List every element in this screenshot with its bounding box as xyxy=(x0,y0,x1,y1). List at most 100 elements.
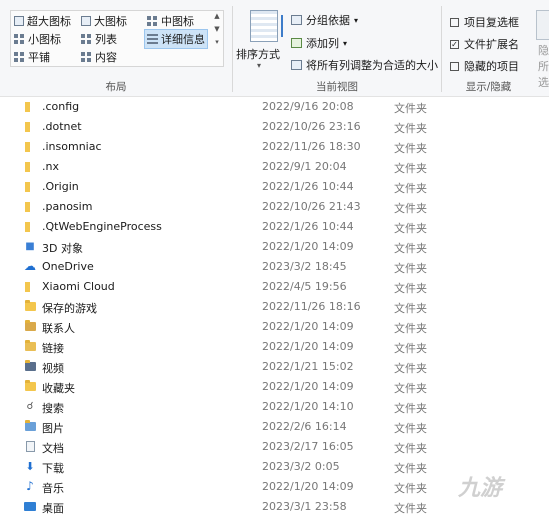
file-row[interactable]: .insomniac 2022/11/26 18:30 文件夹 xyxy=(0,137,549,157)
layout-option-large[interactable]: 大图标 xyxy=(81,13,127,29)
file-type: 文件夹 xyxy=(394,262,427,275)
file-row[interactable]: 收藏夹 2022/1/20 14:09 文件夹 xyxy=(0,377,549,397)
layout-option-small[interactable]: 小图标 xyxy=(14,31,61,47)
hidden-items-toggle[interactable]: 隐藏的项目 xyxy=(450,58,519,74)
chevron-down-icon: ▾ xyxy=(257,61,262,70)
file-type: 文件夹 xyxy=(394,362,427,375)
file-row[interactable]: 图片 2022/2/6 16:14 文件夹 xyxy=(0,417,549,437)
file-row[interactable]: .panosim 2022/10/26 21:43 文件夹 xyxy=(0,197,549,217)
file-date: 2022/2/6 16:14 xyxy=(262,420,347,433)
layout-option-extra-large[interactable]: 超大图标 xyxy=(14,13,71,29)
file-row[interactable]: .QtWebEngineProcess 2022/1/26 10:44 文件夹 xyxy=(0,217,549,237)
tiles-view-icon xyxy=(14,52,25,62)
file-row[interactable]: 文档 2023/2/17 16:05 文件夹 xyxy=(0,437,549,457)
current-view-group: 排序方式 ▾ 分组依据 ▾ 添加列 ▾ 将所有列调整为合适的大小 当前视图 xyxy=(233,0,441,96)
medium-icons-icon xyxy=(147,16,158,26)
folder-icon xyxy=(24,121,36,132)
saved-games-icon xyxy=(24,300,36,312)
file-row[interactable]: ⬇ 下载 2023/3/2 0:05 文件夹 xyxy=(0,457,549,477)
file-name: 联系人 xyxy=(42,322,75,335)
size-all-columns-button[interactable]: 将所有列调整为合适的大小 xyxy=(291,57,438,73)
file-type: 文件夹 xyxy=(394,422,427,435)
file-name: .nx xyxy=(42,160,59,173)
file-name: .Origin xyxy=(42,180,79,193)
favorites-icon xyxy=(24,380,36,392)
group-by-button[interactable]: 分组依据 ▾ xyxy=(291,12,358,28)
file-name: OneDrive xyxy=(42,260,94,273)
extra-large-icons-icon xyxy=(14,16,24,26)
layout-option-list[interactable]: 列表 xyxy=(81,31,117,47)
layout-option-details[interactable]: 详细信息 xyxy=(144,29,208,49)
file-type: 文件夹 xyxy=(394,302,427,315)
file-row[interactable]: .config 2022/9/16 20:08 文件夹 xyxy=(0,97,549,117)
file-name: 收藏夹 xyxy=(42,382,75,395)
file-name: 桌面 xyxy=(42,502,64,515)
folder-icon xyxy=(24,141,36,152)
file-type: 文件夹 xyxy=(394,202,427,215)
chevron-down-icon: ▾ xyxy=(343,38,348,48)
file-row[interactable]: 桌面 2023/3/1 23:58 文件夹 xyxy=(0,497,549,517)
file-date: 2022/1/20 14:09 xyxy=(262,380,354,393)
3d-objects-icon: ■ xyxy=(25,241,35,252)
item-checkboxes-checkbox[interactable] xyxy=(450,17,459,27)
file-row[interactable]: 视频 2022/1/21 15:02 文件夹 xyxy=(0,357,549,377)
file-date: 2022/10/26 21:43 xyxy=(262,200,361,213)
file-type: 文件夹 xyxy=(394,342,427,355)
downloads-icon: ⬇ xyxy=(25,460,35,473)
file-type: 文件夹 xyxy=(394,322,427,335)
small-icons-icon xyxy=(14,34,25,44)
file-date: 2023/2/17 16:05 xyxy=(262,440,354,453)
folder-icon xyxy=(24,221,36,232)
file-row[interactable]: 保存的游戏 2022/11/26 18:16 文件夹 xyxy=(0,297,549,317)
file-extensions-checkbox[interactable]: ✓ xyxy=(450,39,459,49)
file-row[interactable]: ■ 3D 对象 2022/1/20 14:09 文件夹 xyxy=(0,237,549,257)
file-type: 文件夹 xyxy=(394,222,427,235)
layout-option-tiles[interactable]: 平铺 xyxy=(14,49,50,65)
size-columns-icon xyxy=(291,60,302,70)
file-extensions-toggle[interactable]: ✓ 文件扩展名 xyxy=(450,36,519,52)
file-date: 2022/1/20 14:09 xyxy=(262,320,354,333)
file-date: 2022/1/21 15:02 xyxy=(262,360,354,373)
hidden-items-checkbox[interactable] xyxy=(450,61,459,71)
layout-gallery-scroll[interactable]: ▲ ▼ ▾ xyxy=(212,10,222,65)
file-row[interactable]: 联系人 2022/1/20 14:09 文件夹 xyxy=(0,317,549,337)
file-row[interactable]: Xiaomi Cloud 2022/4/5 19:56 文件夹 xyxy=(0,277,549,297)
documents-icon xyxy=(24,441,36,452)
file-type: 文件夹 xyxy=(394,462,427,475)
layout-option-medium[interactable]: 中图标 xyxy=(147,13,194,29)
layout-gallery: 超大图标 大图标 中图标 小图标 列表 详细信息 平铺 内容 xyxy=(10,10,224,67)
hide-selected-items-button[interactable] xyxy=(536,10,549,40)
file-name: 视频 xyxy=(42,362,64,375)
file-row[interactable]: .nx 2022/9/1 20:04 文件夹 xyxy=(0,157,549,177)
file-row[interactable]: 链接 2022/1/20 14:09 文件夹 xyxy=(0,337,549,357)
item-checkboxes-toggle[interactable]: 项目复选框 xyxy=(450,14,519,30)
file-name: .QtWebEngineProcess xyxy=(42,220,162,233)
file-row[interactable]: ☌ 搜索 2022/1/20 14:10 文件夹 xyxy=(0,397,549,417)
expand-gallery-icon[interactable]: ▾ xyxy=(212,36,222,49)
chevron-down-icon[interactable]: ▼ xyxy=(212,23,222,36)
file-type: 文件夹 xyxy=(394,242,427,255)
file-name: .dotnet xyxy=(42,120,82,133)
file-row[interactable]: ☁ OneDrive 2023/3/2 18:45 文件夹 xyxy=(0,257,549,277)
file-row[interactable]: ♪ 音乐 2022/1/20 14:09 文件夹 xyxy=(0,477,549,497)
layout-option-content[interactable]: 内容 xyxy=(81,49,117,65)
file-date: 2022/1/26 10:44 xyxy=(262,180,354,193)
file-type: 文件夹 xyxy=(394,122,427,135)
file-date: 2022/1/26 10:44 xyxy=(262,220,354,233)
folder-icon xyxy=(24,181,36,192)
file-type: 文件夹 xyxy=(394,482,427,495)
file-date: 2022/11/26 18:16 xyxy=(262,300,361,313)
file-date: 2022/1/20 14:10 xyxy=(262,400,354,413)
file-row[interactable]: .Origin 2022/1/26 10:44 文件夹 xyxy=(0,177,549,197)
file-type: 文件夹 xyxy=(394,282,427,295)
chevron-up-icon[interactable]: ▲ xyxy=(212,10,222,23)
searches-icon: ☌ xyxy=(26,401,34,412)
file-name: 3D 对象 xyxy=(42,242,83,255)
sort-by-button[interactable]: 排序方式 ▾ xyxy=(233,0,287,78)
add-column-button[interactable]: 添加列 ▾ xyxy=(291,35,347,51)
file-date: 2023/3/1 23:58 xyxy=(262,500,347,513)
onedrive-cloud-icon: ☁ xyxy=(24,259,36,273)
file-row[interactable]: .dotnet 2022/10/26 23:16 文件夹 xyxy=(0,117,549,137)
view-ribbon: 超大图标 大图标 中图标 小图标 列表 详细信息 平铺 内容 ▲ ▼ ▾ 布局 … xyxy=(0,0,549,97)
file-date: 2022/4/5 19:56 xyxy=(262,280,347,293)
